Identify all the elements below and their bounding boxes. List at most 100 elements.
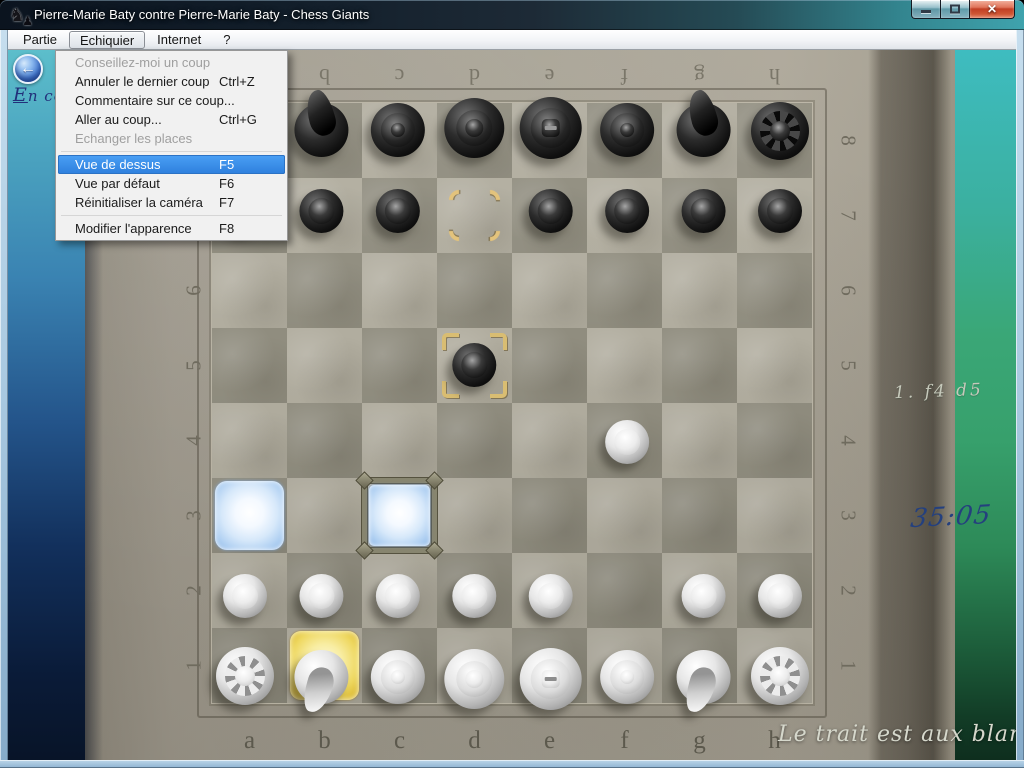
piece-white-pawn-c2[interactable] — [360, 558, 435, 633]
minimize-button[interactable] — [911, 0, 941, 19]
menu-partie[interactable]: Partie — [13, 31, 67, 49]
piece-white-queen-d1[interactable] — [436, 641, 511, 716]
piece-white-pawn-b2[interactable] — [283, 558, 358, 633]
menu-item-commentaire-sur-ce-coup[interactable]: Commentaire sur ce coup... — [58, 91, 285, 110]
piece-part — [614, 429, 640, 455]
square-e4[interactable] — [512, 403, 587, 478]
square-d3[interactable] — [437, 478, 512, 553]
square-c6[interactable] — [362, 253, 437, 328]
maximize-button[interactable] — [941, 0, 969, 19]
move-list: 1. f4 d5 — [894, 379, 1015, 403]
square-b6[interactable] — [287, 253, 362, 328]
piece-black-bishop-f8[interactable] — [589, 92, 664, 167]
piece-white-pawn-a2[interactable] — [207, 558, 282, 633]
piece-black-pawn-c7[interactable] — [360, 173, 435, 248]
menu-item-echanger-les-places: Echanger les places — [58, 129, 285, 148]
square-h5[interactable] — [737, 328, 812, 403]
square-h6[interactable] — [737, 253, 812, 328]
menu-item-label: Modifier l'apparence — [75, 221, 219, 236]
menu-item-r-initialiser-la-cam-ra[interactable]: Réinitialiser la caméraF7 — [58, 193, 285, 212]
menu-separator — [61, 151, 282, 152]
piece-white-pawn-g2[interactable] — [666, 558, 741, 633]
square-d6[interactable] — [437, 253, 512, 328]
window-border-left — [0, 30, 8, 760]
piece-white-knight-g1[interactable] — [666, 639, 741, 714]
square-g5[interactable] — [662, 328, 737, 403]
square-e5[interactable] — [512, 328, 587, 403]
square-g4[interactable] — [662, 403, 737, 478]
piece-white-rook-a1[interactable] — [207, 638, 282, 713]
piece-black-knight-g8[interactable] — [666, 92, 741, 167]
turn-banner: Le trait est aux blancs. — [778, 722, 1016, 747]
piece-white-bishop-f1[interactable] — [589, 639, 664, 714]
piece-white-king-e1[interactable] — [513, 641, 588, 716]
square-f2[interactable] — [587, 553, 662, 628]
menu-item-shortcut: F8 — [219, 221, 277, 236]
piece-white-bishop-c1[interactable] — [360, 639, 435, 714]
piece-black-pawn-e7[interactable] — [513, 173, 588, 248]
square-c3[interactable] — [362, 478, 437, 553]
piece-part — [690, 198, 716, 224]
square-e6[interactable] — [512, 253, 587, 328]
piece-white-pawn-d2[interactable] — [436, 558, 511, 633]
menu-item-aller-au-coup[interactable]: Aller au coup...Ctrl+G — [58, 110, 285, 129]
piece-part — [461, 583, 487, 609]
piece-white-pawn-e2[interactable] — [513, 558, 588, 633]
square-d7[interactable] — [437, 178, 512, 253]
square-e3[interactable] — [512, 478, 587, 553]
menu-item-vue-de-dessus[interactable]: Vue de dessusF5 — [58, 155, 285, 174]
square-f3[interactable] — [587, 478, 662, 553]
menu-echiquier[interactable]: Echiquier — [69, 31, 145, 49]
square-f5[interactable] — [587, 328, 662, 403]
square-f6[interactable] — [587, 253, 662, 328]
piece-black-pawn-f7[interactable] — [589, 173, 664, 248]
back-button[interactable]: ← — [13, 54, 43, 84]
piece-black-bishop-c8[interactable] — [360, 92, 435, 167]
square-a4[interactable] — [212, 403, 287, 478]
menu-help[interactable]: ? — [213, 31, 240, 49]
piece-black-pawn-h7[interactable] — [742, 173, 817, 248]
square-c5[interactable] — [362, 328, 437, 403]
piece-white-rook-h1[interactable] — [742, 638, 817, 713]
piece-white-pawn-f4[interactable] — [589, 404, 664, 479]
board-grid — [212, 103, 812, 703]
piece-black-knight-b8[interactable] — [283, 92, 358, 167]
piece-black-pawn-g7[interactable] — [666, 173, 741, 248]
square-d4[interactable] — [437, 403, 512, 478]
title-bar[interactable]: ♞ ♟ Pierre-Marie Baty contre Pierre-Mari… — [0, 0, 1024, 30]
menu-internet[interactable]: Internet — [147, 31, 211, 49]
piece-part — [614, 198, 640, 224]
piece-black-king-e8[interactable] — [513, 90, 588, 165]
square-b5[interactable] — [287, 328, 362, 403]
piece-black-queen-d8[interactable] — [436, 90, 511, 165]
file-label-bottom-f: f — [587, 722, 662, 760]
menu-item-annuler-le-dernier-coup[interactable]: Annuler le dernier coupCtrl+Z — [58, 72, 285, 91]
piece-part — [770, 121, 790, 141]
square-g6[interactable] — [662, 253, 737, 328]
piece-black-pawn-b7[interactable] — [283, 173, 358, 248]
file-label-bottom-e: e — [512, 722, 587, 760]
square-a3[interactable] — [212, 478, 287, 553]
piece-part — [390, 670, 404, 684]
square-h3[interactable] — [737, 478, 812, 553]
piece-part — [767, 583, 793, 609]
piece-black-rook-h8[interactable] — [742, 93, 817, 168]
menu-item-conseillez-moi-un-coup: Conseillez-moi un coup — [58, 53, 285, 72]
menu-bar: PartieEchiquierInternet? — [8, 30, 1016, 50]
square-b3[interactable] — [287, 478, 362, 553]
piece-white-pawn-h2[interactable] — [742, 558, 817, 633]
square-a5[interactable] — [212, 328, 287, 403]
menu-item-label: Commentaire sur ce coup... — [75, 93, 235, 108]
square-c4[interactable] — [362, 403, 437, 478]
square-a6[interactable] — [212, 253, 287, 328]
close-button[interactable]: ✕ — [969, 0, 1015, 19]
piece-white-knight-b1[interactable] — [283, 639, 358, 714]
piece-black-pawn-d5[interactable] — [436, 327, 511, 402]
piece-part — [461, 352, 487, 378]
table-mat — [955, 50, 1016, 760]
square-b4[interactable] — [287, 403, 362, 478]
square-g3[interactable] — [662, 478, 737, 553]
menu-item-modifier-l-apparence[interactable]: Modifier l'apparenceF8 — [58, 219, 285, 238]
menu-item-vue-par-d-faut[interactable]: Vue par défautF6 — [58, 174, 285, 193]
square-h4[interactable] — [737, 403, 812, 478]
